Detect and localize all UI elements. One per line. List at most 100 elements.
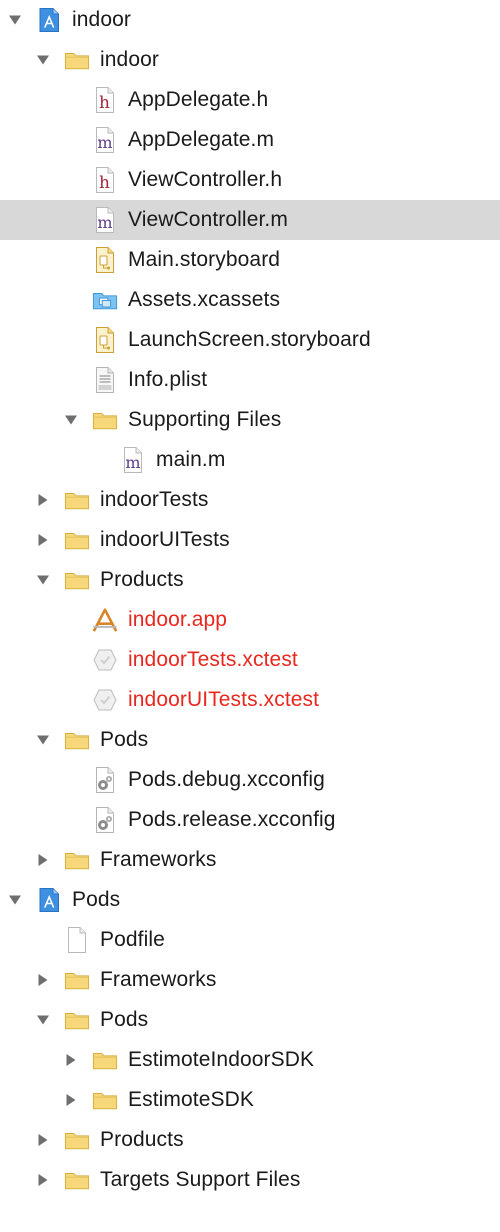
tree-item-label: indoorUITests <box>100 528 230 551</box>
svg-text:m: m <box>97 213 112 232</box>
disclosure-expanded-icon[interactable] <box>36 1013 50 1027</box>
tree-item-label: indoorTests.xctest <box>128 648 298 671</box>
disclosure-expanded-icon[interactable] <box>8 893 22 907</box>
xctest-bundle-icon <box>92 646 118 674</box>
disclosure-expanded-icon[interactable] <box>36 573 50 587</box>
tree-row[interactable]: indoorTests <box>0 480 500 520</box>
tree-row[interactable]: indoor <box>0 40 500 80</box>
disclosure-expanded-icon[interactable] <box>64 413 78 427</box>
folder-icon <box>64 566 90 594</box>
tree-row[interactable]: Frameworks <box>0 960 500 1000</box>
tree-item-label: Supporting Files <box>128 408 282 431</box>
folder-icon <box>64 1126 90 1154</box>
tree-item-label: Products <box>100 1128 184 1151</box>
tree-item-label: ViewController.m <box>128 208 288 231</box>
tree-item-label: Main.storyboard <box>128 248 281 271</box>
tree-row[interactable]: indoorTests.xctest <box>0 640 500 680</box>
xcconfig-file-icon <box>92 806 118 834</box>
tree-item-label: AppDelegate.h <box>128 88 269 111</box>
tree-item-label: Pods <box>100 1008 149 1031</box>
xcode-project-icon <box>36 886 62 914</box>
disclosure-collapsed-icon[interactable] <box>64 1053 78 1067</box>
tree-item-label: Pods.release.xcconfig <box>128 808 336 831</box>
tree-row[interactable]: Pods.release.xcconfig <box>0 800 500 840</box>
tree-row[interactable]: Pods <box>0 880 500 920</box>
project-navigator: indoor indoor h AppDelegate.h m AppDelegate.m… <box>0 0 500 1232</box>
tree-item-label: indoor <box>72 8 131 31</box>
tree-item-label: Assets.xcassets <box>128 288 281 311</box>
tree-item-label: EstimoteIndoorSDK <box>128 1048 315 1071</box>
disclosure-collapsed-icon[interactable] <box>36 493 50 507</box>
tree-row[interactable]: Targets Support Files <box>0 1160 500 1200</box>
tree-item-label: AppDelegate.m <box>128 128 275 151</box>
tree-item-label: indoor.app <box>128 608 228 631</box>
asset-catalog-icon <box>92 286 118 314</box>
storyboard-file-icon <box>92 246 118 274</box>
xcode-project-icon <box>36 6 62 34</box>
header-file-icon: h <box>92 86 118 114</box>
tree-row[interactable]: LaunchScreen.storyboard <box>0 320 500 360</box>
disclosure-collapsed-icon[interactable] <box>64 1093 78 1107</box>
disclosure-collapsed-icon[interactable] <box>36 853 50 867</box>
tree-item-label: Frameworks <box>100 968 217 991</box>
tree-row[interactable]: Assets.xcassets <box>0 280 500 320</box>
tree-item-label: indoorUITests.xctest <box>128 688 320 711</box>
objc-source-file-icon: m <box>92 126 118 154</box>
tree-row[interactable]: Pods <box>0 720 500 760</box>
tree-item-label: Pods.debug.xcconfig <box>128 768 325 791</box>
tree-row[interactable]: indoor.app <box>0 600 500 640</box>
tree-row[interactable]: indoorUITests.xctest <box>0 680 500 720</box>
tree-row[interactable]: Frameworks <box>0 840 500 880</box>
app-product-icon <box>92 606 118 634</box>
tree-row[interactable]: Info.plist <box>0 360 500 400</box>
disclosure-expanded-icon[interactable] <box>36 53 50 67</box>
disclosure-collapsed-icon[interactable] <box>36 1173 50 1187</box>
tree-item-label: EstimoteSDK <box>128 1088 254 1111</box>
tree-row[interactable]: Pods.debug.xcconfig <box>0 760 500 800</box>
tree-item-label: Podfile <box>100 928 165 951</box>
folder-icon <box>92 406 118 434</box>
tree-item-label: Pods <box>72 888 121 911</box>
folder-icon <box>64 526 90 554</box>
disclosure-collapsed-icon[interactable] <box>36 973 50 987</box>
folder-icon <box>64 726 90 754</box>
tree-row[interactable]: Pods <box>0 1000 500 1040</box>
tree-item-label: Info.plist <box>128 368 208 391</box>
tree-row[interactable]: Podfile <box>0 920 500 960</box>
tree-item-label: Products <box>100 568 184 591</box>
plist-file-icon <box>92 366 118 394</box>
tree-row[interactable]: indoorUITests <box>0 520 500 560</box>
svg-text:m: m <box>97 133 112 152</box>
tree-row[interactable]: m main.m <box>0 440 500 480</box>
tree-row[interactable]: Products <box>0 560 500 600</box>
tree-row[interactable]: h ViewController.h <box>0 160 500 200</box>
tree-item-label: Frameworks <box>100 848 217 871</box>
svg-text:h: h <box>99 173 110 193</box>
tree-row[interactable]: EstimoteIndoorSDK <box>0 1040 500 1080</box>
disclosure-collapsed-icon[interactable] <box>36 1133 50 1147</box>
folder-icon <box>92 1086 118 1114</box>
tree-item-label: LaunchScreen.storyboard <box>128 328 371 351</box>
svg-text:h: h <box>99 93 110 113</box>
folder-icon <box>64 966 90 994</box>
generic-file-icon <box>64 926 90 954</box>
tree-row[interactable]: Main.storyboard <box>0 240 500 280</box>
tree-row[interactable]: EstimoteSDK <box>0 1080 500 1120</box>
tree-row-selected[interactable]: m ViewController.m <box>0 200 500 240</box>
tree-row[interactable]: Supporting Files <box>0 400 500 440</box>
disclosure-collapsed-icon[interactable] <box>36 533 50 547</box>
tree-row[interactable]: Products <box>0 1120 500 1160</box>
tree-row[interactable]: h AppDelegate.h <box>0 80 500 120</box>
tree-item-label: Targets Support Files <box>100 1168 301 1191</box>
tree-row[interactable]: indoor <box>0 0 500 40</box>
header-file-icon: h <box>92 166 118 194</box>
folder-icon <box>64 46 90 74</box>
tree-row[interactable]: m AppDelegate.m <box>0 120 500 160</box>
folder-icon <box>64 486 90 514</box>
disclosure-expanded-icon[interactable] <box>36 733 50 747</box>
disclosure-expanded-icon[interactable] <box>8 13 22 27</box>
xctest-bundle-icon <box>92 686 118 714</box>
tree-item-label: indoorTests <box>100 488 209 511</box>
tree-item-label: indoor <box>100 48 159 71</box>
xcconfig-file-icon <box>92 766 118 794</box>
